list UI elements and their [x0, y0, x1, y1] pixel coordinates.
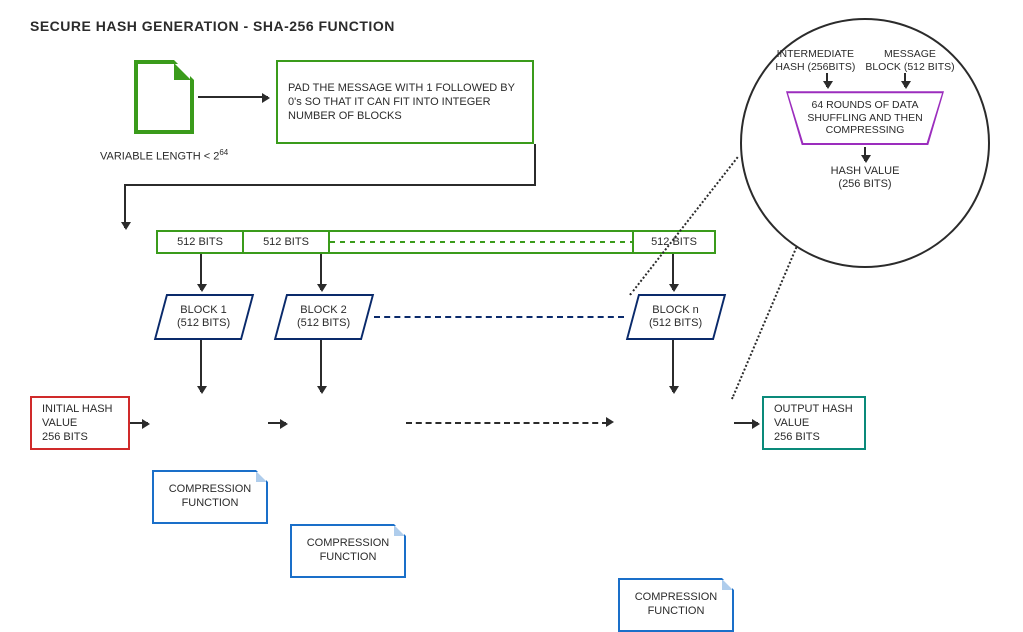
arrow-compn-output [734, 422, 758, 424]
arrow-bits-blockn [672, 254, 674, 290]
detail-down-arrow-wrap [860, 145, 870, 163]
detail-hash-value: HASH VALUE (256 BITS) [831, 165, 900, 191]
block-1: BLOCK 1 (512 BITS) [154, 294, 254, 340]
arrow-blockn-comp [672, 340, 674, 392]
block-n: BLOCK n (512 BITS) [626, 294, 726, 340]
detail-input-hash-l1: INTERMEDIATE [775, 48, 855, 61]
detail-trapezoid: 64 ROUNDS OF DATA SHUFFLING AND THEN COM… [786, 91, 944, 145]
conn-pad-h [124, 184, 536, 186]
file-icon [134, 60, 194, 134]
arrow-dash-head [606, 417, 614, 427]
detail-input-block-l2: BLOCK (512 BITS) [865, 61, 954, 74]
block-n-label: BLOCK n (512 BITS) [649, 304, 702, 330]
conn-pad-v2 [124, 184, 126, 228]
arrow-bits-block1 [200, 254, 202, 290]
bits-row: 512 BITS 512 BITS 512 BITS [156, 230, 716, 254]
detail-input-hash: INTERMEDIATE HASH (256BITS) [775, 48, 855, 73]
arrow-file-to-pad [198, 96, 268, 98]
block-2: BLOCK 2 (512 BITS) [274, 294, 374, 340]
detail-input-block-l1: MESSAGE [865, 48, 954, 61]
bits-cell-1: 512 BITS [158, 232, 244, 252]
bits-dashed-gap [330, 232, 634, 252]
block-1-label: BLOCK 1 (512 BITS) [177, 304, 230, 330]
compression-2: COMPRESSION FUNCTION [290, 524, 406, 578]
output-hash-text: OUTPUT HASH VALUE 256 BITS [774, 402, 854, 445]
arrow-bits-block2 [320, 254, 322, 290]
dotted-to-circle-1 [629, 156, 738, 295]
arrow-init-comp1 [130, 422, 148, 424]
blocks-dashed [374, 316, 624, 318]
file-caption-text: VARIABLE LENGTH < 2 [100, 151, 219, 163]
detail-input-block: MESSAGE BLOCK (512 BITS) [865, 48, 954, 73]
conn-pad-v1 [534, 144, 536, 184]
detail-arrow-in-1 [826, 73, 828, 87]
file-caption: VARIABLE LENGTH < 264 [100, 148, 228, 164]
pad-message-box: PAD THE MESSAGE WITH 1 FOLLOWED BY 0's S… [276, 60, 534, 144]
file-caption-exp: 64 [219, 148, 228, 157]
compression-n: COMPRESSION FUNCTION [618, 578, 734, 632]
detail-arrow-out [864, 147, 866, 161]
pad-message-text: PAD THE MESSAGE WITH 1 FOLLOWED BY 0's S… [288, 81, 522, 124]
detail-arrow-in-2 [904, 73, 906, 87]
block-2-label: BLOCK 2 (512 BITS) [297, 304, 350, 330]
arrow-block1-comp [200, 340, 202, 392]
arrow-comp1-comp2 [268, 422, 286, 424]
detail-circle: INTERMEDIATE HASH (256BITS) MESSAGE BLOC… [740, 18, 990, 268]
initial-hash-text: INITIAL HASH VALUE 256 BITS [42, 402, 118, 445]
compression-1-label: COMPRESSION FUNCTION [158, 483, 262, 511]
compression-2-label: COMPRESSION FUNCTION [296, 537, 400, 565]
compression-dashed [406, 422, 608, 424]
detail-top-arrows [786, 73, 944, 91]
detail-inputs: INTERMEDIATE HASH (256BITS) MESSAGE BLOC… [775, 48, 954, 73]
detail-input-hash-l2: HASH (256BITS) [775, 61, 855, 74]
compression-n-label: COMPRESSION FUNCTION [624, 591, 728, 619]
compression-1: COMPRESSION FUNCTION [152, 470, 268, 524]
initial-hash-box: INITIAL HASH VALUE 256 BITS [30, 396, 130, 450]
detail-trapezoid-text: 64 ROUNDS OF DATA SHUFFLING AND THEN COM… [802, 99, 928, 137]
output-hash-box: OUTPUT HASH VALUE 256 BITS [762, 396, 866, 450]
diagram-title: SECURE HASH GENERATION - SHA-256 FUNCTIO… [30, 18, 395, 34]
bits-cell-2: 512 BITS [244, 232, 330, 252]
arrow-block2-comp [320, 340, 322, 392]
